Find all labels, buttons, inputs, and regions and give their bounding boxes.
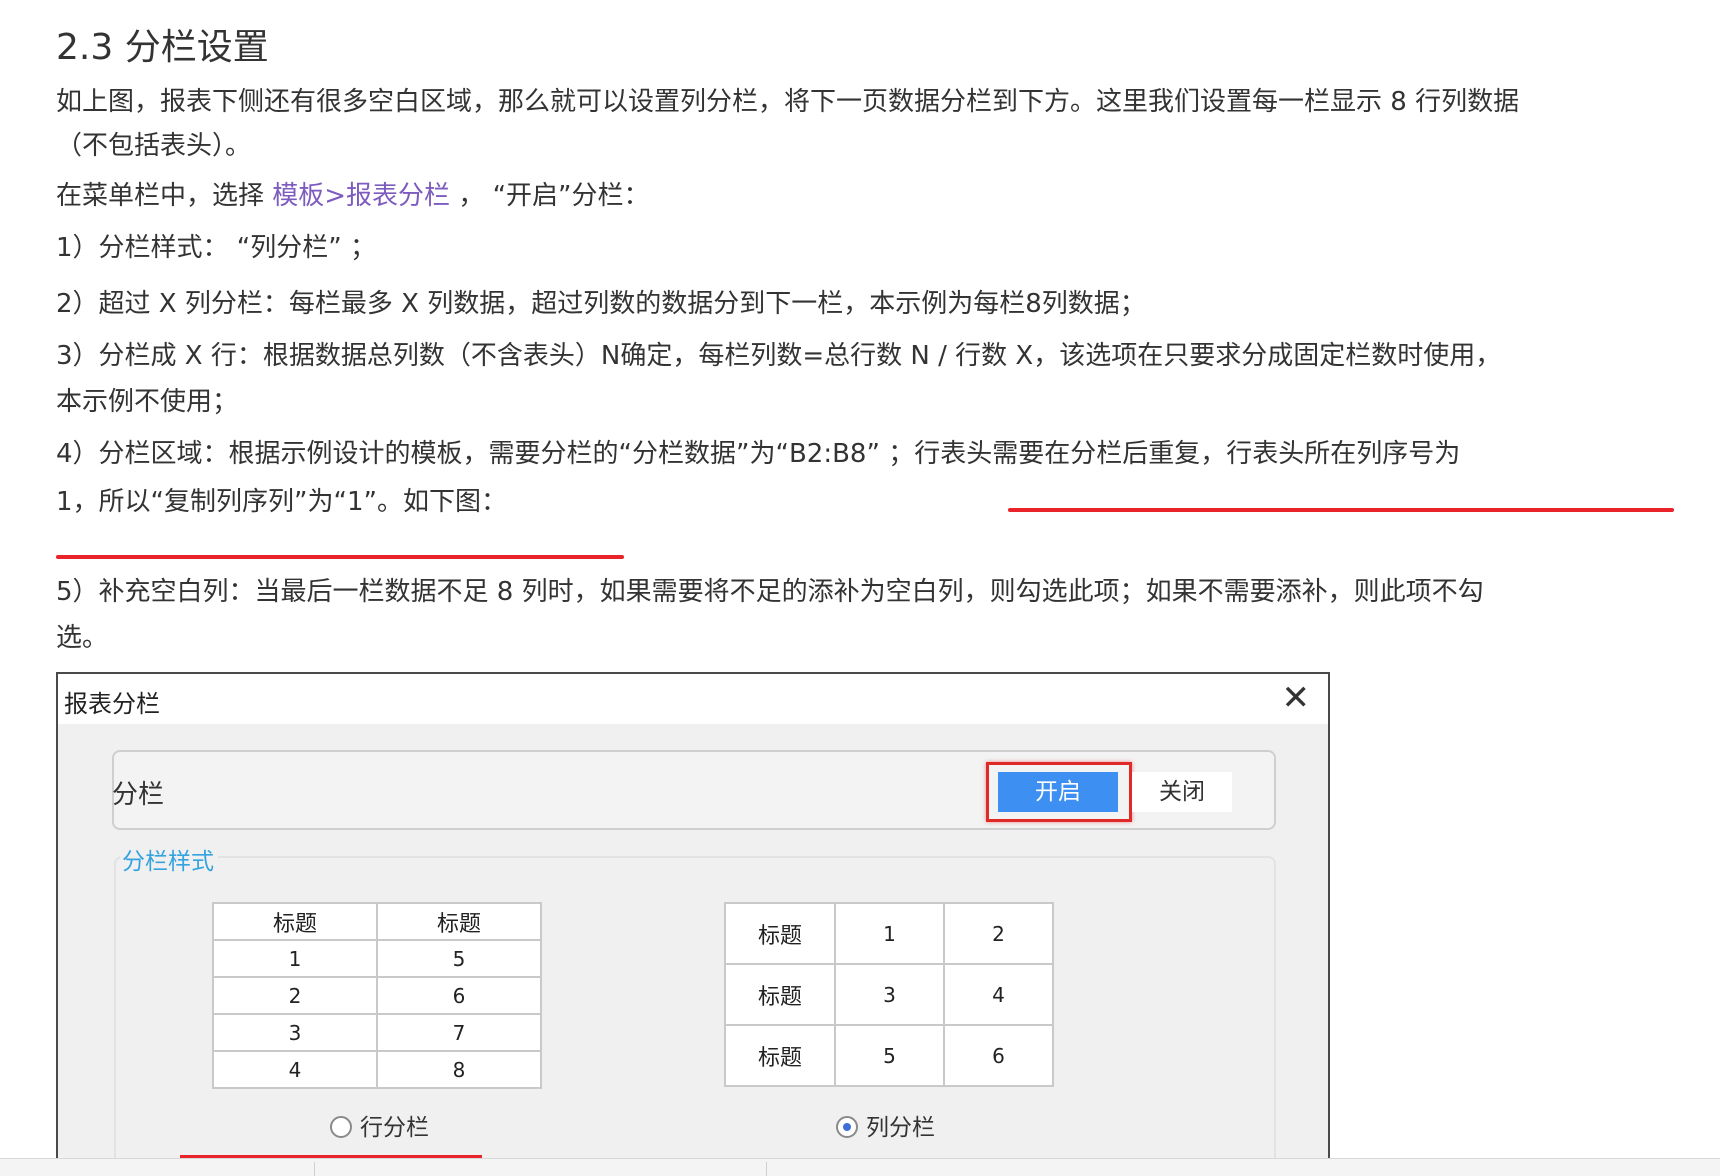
table-row: 37 [212, 1013, 542, 1052]
table-cell: 7 [376, 1013, 542, 1052]
highlight-underline-1 [1008, 508, 1674, 512]
table-cell: 2 [212, 976, 378, 1015]
menu-text-before: 在菜单栏中，选择 [56, 181, 273, 211]
enable-button[interactable]: 开启 [998, 772, 1118, 812]
table-cell: 标题 [724, 1024, 836, 1087]
item-3-line1: 3）分栏成 X 行：根据数据总列数（不含表头）N确定，每栏列数=总行数 N / … [56, 341, 1502, 371]
table-cell: 3 [212, 1013, 378, 1052]
item-1: 1）分栏样式： “列分栏” ； [56, 233, 377, 263]
column-toggle-group: 分栏 开启 关闭 [112, 750, 1276, 830]
radio-label-row: 行分栏 [360, 1115, 429, 1141]
table-row: 标题 1 2 [724, 902, 1054, 965]
table-cell: 1 [212, 939, 378, 978]
dialog-title: 报表分栏 [64, 690, 160, 718]
bottom-strip [0, 1158, 1720, 1176]
table-cell: 5 [834, 1024, 945, 1087]
table-cell: 6 [376, 976, 542, 1015]
close-icon[interactable]: ✕ [1282, 680, 1311, 716]
item-5-line1: 5）补充空白列：当最后一栏数据不足 8 列时，如果需要将不足的添补为空白列，则勾… [56, 577, 1484, 607]
section-title: 2.3 分栏设置 [56, 27, 269, 68]
row-column-radio[interactable]: 行分栏 [330, 1108, 429, 1142]
table-row: 标题 3 4 [724, 963, 1054, 1026]
col-column-radio[interactable]: 列分栏 [836, 1108, 935, 1142]
table-cell: 6 [943, 1024, 1054, 1087]
item-2: 2）超过 X 列分栏：每栏最多 X 列数据，超过列数的数据分到下一栏，本示例为每… [56, 289, 1146, 319]
item-5-line2: 选。 [56, 623, 109, 653]
style-legend: 分栏样式 [120, 842, 218, 876]
radio-unchecked-icon[interactable] [330, 1116, 352, 1138]
highlight-underline-2 [56, 555, 624, 559]
table-row: 标题 5 6 [724, 1024, 1054, 1087]
item-4-line2: 1，所以“复制列序列”为“1”。如下图： [56, 487, 507, 517]
table-cell: 2 [943, 902, 1054, 965]
table-row: 48 [212, 1050, 542, 1089]
table-cell: 标题 [724, 902, 836, 965]
toggle-label: 分栏 [112, 780, 165, 810]
table-cell: 5 [376, 939, 542, 978]
table-cell: 8 [376, 1050, 542, 1089]
disable-button[interactable]: 关闭 [1132, 772, 1232, 812]
table-row: 标题 标题 [212, 902, 542, 941]
paragraph-intro-line2: （不包括表头）。 [56, 131, 252, 161]
paragraph-menu: 在菜单栏中，选择 模板>报表分栏 ， “开启”分栏： [56, 172, 650, 220]
table-cell: 3 [834, 963, 945, 1026]
item-3-line2: 本示例不使用； [56, 387, 239, 417]
menu-text-after: ， “开启”分栏： [450, 181, 650, 211]
strip-divider [314, 1162, 315, 1176]
strip-divider [766, 1162, 767, 1176]
table-cell: 4 [943, 963, 1054, 1026]
row-style-preview-table: 标题 标题 15 26 37 48 [212, 902, 542, 1089]
menu-path-link[interactable]: 模板>报表分栏 [272, 181, 450, 211]
table-row: 26 [212, 976, 542, 1015]
table-row: 15 [212, 939, 542, 978]
report-column-dialog: 报表分栏 ✕ 分栏 开启 关闭 分栏样式 标题 标题 15 26 37 48 标题… [56, 672, 1330, 1176]
dialog-titlebar: 报表分栏 ✕ [58, 674, 1328, 724]
table-cell: 4 [212, 1050, 378, 1089]
paragraph-intro-line1: 如上图，报表下侧还有很多空白区域，那么就可以设置列分栏，将下一页数据分栏到下方。… [56, 87, 1520, 117]
column-style-preview-table: 标题 1 2 标题 3 4 标题 5 6 [724, 902, 1054, 1087]
table-cell: 标题 [212, 902, 378, 941]
table-cell: 标题 [376, 902, 542, 941]
table-cell: 1 [834, 902, 945, 965]
radio-label-col: 列分栏 [866, 1115, 935, 1141]
radio-checked-icon[interactable] [836, 1116, 858, 1138]
table-cell: 标题 [724, 963, 836, 1026]
item-4-line1: 4）分栏区域：根据示例设计的模板，需要分栏的“分栏数据”为“B2:B8” ；行表… [56, 439, 1461, 469]
